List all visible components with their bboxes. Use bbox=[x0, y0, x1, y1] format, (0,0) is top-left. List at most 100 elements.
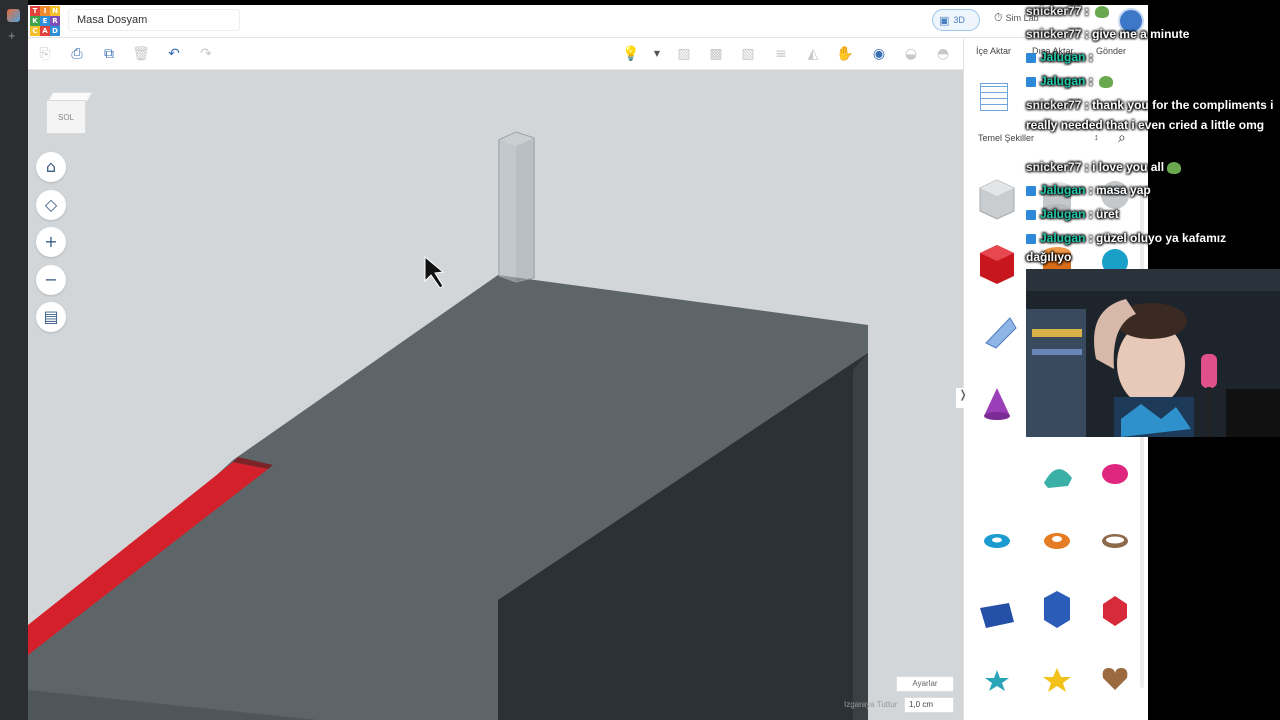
redo-icon[interactable]: ↷ bbox=[197, 45, 215, 63]
shape-tube[interactable] bbox=[1044, 533, 1070, 549]
shape-torus[interactable] bbox=[984, 534, 1010, 548]
chat-message: Jalugan : güzel oluyo ya kafamız bbox=[1026, 228, 1280, 248]
note-icon[interactable]: ▨ bbox=[675, 45, 693, 63]
shape-box-hole[interactable] bbox=[979, 179, 1015, 220]
3d-workplane-viewport[interactable]: SOL ⌂ ◇ + − ▤ Ayarlar Izgaraya Tuttur 1,… bbox=[28, 70, 963, 720]
copy-icon[interactable]: ⎘ bbox=[36, 45, 54, 63]
shape-icosahedron[interactable] bbox=[1103, 596, 1127, 626]
os-sidebar: + bbox=[0, 0, 28, 720]
collapse-panel-button[interactable]: ❭ bbox=[956, 388, 970, 408]
chat-username: snicker77 bbox=[1026, 4, 1082, 18]
import-tab[interactable]: İçe Aktar bbox=[976, 46, 1011, 56]
snap-grid-label: Izgaraya Tuttur bbox=[844, 700, 898, 709]
top-bar: T I N K E R C A D Masa Dosyam ▣ 3D ⏱ Sim… bbox=[28, 5, 1148, 38]
shape-heart[interactable] bbox=[1102, 668, 1128, 690]
chat-message: really needed that i even cried a little… bbox=[1026, 115, 1280, 135]
tinkercad-logo[interactable]: T I N K E R C A D bbox=[30, 6, 60, 36]
chat-text: thank you for the compliments i bbox=[1092, 98, 1274, 112]
screen: + T I N K E R C A D Masa Dosyam ▣ 3D ⏱ S… bbox=[0, 0, 1280, 720]
cruise-icon[interactable]: ✋ bbox=[836, 45, 854, 63]
shape-scribble[interactable] bbox=[985, 317, 1017, 349]
webcam-overlay bbox=[1026, 269, 1280, 437]
logo-letter: T bbox=[30, 6, 40, 16]
emote-icon bbox=[1167, 161, 1182, 174]
chat-message: snicker77 : thank you for the compliment… bbox=[1026, 98, 1274, 112]
perspective-icon[interactable]: ▤ bbox=[36, 302, 66, 332]
viewcube[interactable]: SOL bbox=[44, 92, 93, 138]
shape-roof[interactable] bbox=[1044, 469, 1072, 488]
view-mode-toggle[interactable]: ▣ 3D bbox=[932, 9, 980, 31]
hole-box-left bbox=[499, 140, 516, 282]
group-icon[interactable]: ▩ bbox=[707, 45, 725, 63]
shape-ring[interactable] bbox=[1102, 534, 1128, 548]
logo-letter: I bbox=[40, 6, 50, 16]
chat-username: snicker77 bbox=[1026, 98, 1082, 112]
paste-icon[interactable]: ⎙ bbox=[68, 45, 86, 63]
edit-toolbar: ⎘ ⎙ ⧉ 🗑 ↶ ↷ 💡 ▼ ▨ ▩ ▧ ≡ ◭ ✋ ◉ ◒ ◓ bbox=[28, 38, 963, 70]
moderator-badge-icon bbox=[1026, 52, 1036, 63]
chat-text: üret bbox=[1096, 207, 1119, 221]
webcam-image bbox=[1026, 269, 1280, 437]
shape-star[interactable] bbox=[985, 670, 1009, 691]
moderator-badge-icon bbox=[1026, 233, 1036, 244]
stream-chat-overlay: snicker77 : snicker77 : give me a minute… bbox=[1026, 0, 1280, 270]
logo-letter: K bbox=[30, 16, 40, 26]
fit-view-icon[interactable]: ◇ bbox=[36, 190, 66, 220]
hole-box-right bbox=[516, 138, 534, 282]
chat-message: snicker77 : bbox=[1026, 1, 1280, 21]
chat-username: Jalugan bbox=[1040, 74, 1086, 88]
shape-star-yellow[interactable] bbox=[1043, 668, 1071, 692]
chat-message: Jalugan : bbox=[1026, 47, 1280, 67]
ungroup-icon[interactable]: ▧ bbox=[739, 45, 757, 63]
emote-icon bbox=[1095, 5, 1110, 18]
chat-username: Jalugan bbox=[1040, 207, 1086, 221]
document-title-input[interactable]: Masa Dosyam bbox=[68, 9, 240, 31]
settings-button[interactable]: Ayarlar bbox=[896, 676, 954, 692]
stopwatch-icon: ⏱ bbox=[994, 11, 1003, 24]
logo-letter: C bbox=[30, 26, 40, 36]
align-icon[interactable]: ≡ bbox=[772, 45, 790, 63]
chat-text: give me a minute bbox=[1092, 27, 1190, 41]
logo-letter: R bbox=[50, 16, 60, 26]
add-icon[interactable]: + bbox=[8, 28, 16, 43]
viewcube-face[interactable]: SOL bbox=[46, 100, 86, 134]
delete-icon[interactable]: 🗑 bbox=[132, 45, 150, 63]
shape-cone[interactable] bbox=[984, 388, 1010, 420]
shape-paraboloid[interactable] bbox=[1102, 464, 1128, 484]
shape-wedge[interactable] bbox=[980, 603, 1014, 628]
light-icon[interactable]: 💡 bbox=[622, 45, 640, 63]
mirror-icon[interactable]: ◭ bbox=[804, 45, 822, 63]
chat-username: snicker77 bbox=[1026, 160, 1082, 174]
workplane-icon[interactable] bbox=[980, 83, 1008, 111]
chat-text: really needed that i even cried a little… bbox=[1026, 118, 1265, 132]
moderator-badge-icon bbox=[1026, 185, 1036, 196]
home-view-icon[interactable]: ⌂ bbox=[36, 152, 66, 182]
dropdown-icon[interactable]: ▼ bbox=[648, 45, 666, 63]
shape-box[interactable] bbox=[980, 245, 1014, 284]
view-icon[interactable]: ◉ bbox=[870, 45, 888, 63]
mouse-cursor-icon bbox=[424, 255, 445, 289]
tinkercad-window: T I N K E R C A D Masa Dosyam ▣ 3D ⏱ Sim… bbox=[28, 5, 1148, 720]
chat-username: Jalugan bbox=[1040, 50, 1086, 64]
chat-username: snicker77 bbox=[1026, 27, 1082, 41]
chat-message: Jalugan : üret bbox=[1026, 204, 1280, 224]
show-icon[interactable]: ◓ bbox=[934, 45, 952, 63]
logo-letter: E bbox=[40, 16, 50, 26]
zoom-in-icon[interactable]: + bbox=[36, 227, 66, 257]
snap-grid-select[interactable]: 1,0 cm bbox=[904, 697, 954, 713]
moderator-badge-icon bbox=[1026, 209, 1036, 220]
logo-letter: D bbox=[50, 26, 60, 36]
undo-icon[interactable]: ↶ bbox=[165, 45, 183, 63]
duplicate-icon[interactable]: ⧉ bbox=[100, 45, 118, 63]
zoom-out-icon[interactable]: − bbox=[36, 265, 66, 295]
logo-letter: N bbox=[50, 6, 60, 16]
shape-polygon[interactable] bbox=[1044, 591, 1070, 628]
hide-icon[interactable]: ◒ bbox=[902, 45, 920, 63]
app-icon[interactable] bbox=[7, 9, 20, 22]
chat-text: güzel oluyo ya kafamız bbox=[1096, 231, 1227, 245]
scene bbox=[28, 131, 868, 720]
chat-message: snicker77 : i love you all bbox=[1026, 157, 1280, 177]
chat-message: Jalugan : bbox=[1026, 71, 1280, 91]
chat-text: masa yap bbox=[1096, 183, 1151, 197]
chat-message: Jalugan : masa yap bbox=[1026, 180, 1280, 200]
